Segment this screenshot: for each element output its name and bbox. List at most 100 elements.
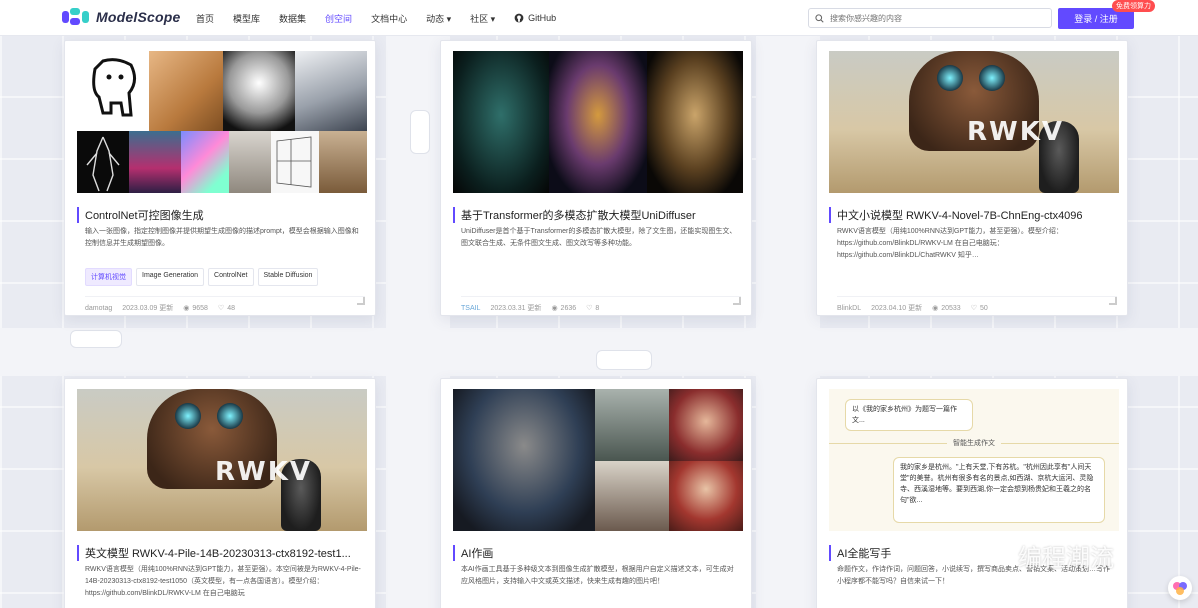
card-title[interactable]: AI作画 [453, 545, 743, 561]
eye-icon: ◉ [932, 305, 939, 312]
pose-edge-tile [77, 131, 129, 193]
card-title[interactable]: 中文小说模型 RWKV-4-Novel-7B-ChnEng-ctx4096 [829, 207, 1119, 223]
like-count: 48 [227, 304, 235, 312]
background-road [756, 36, 820, 608]
card-cover-image: RWKV [77, 389, 367, 531]
studio-card[interactable]: 基于Transformer的多模态扩散大模型UniDiffuser UniDif… [440, 40, 752, 316]
rwkv-logo-text: RWKV [215, 457, 312, 487]
eye-icon: ◉ [183, 305, 190, 312]
view-count: 2636 [560, 304, 577, 312]
card-description: 输入一张图像，指定控制图像并提供期望生成图像的描述prompt，模型会根据输入图… [85, 228, 359, 247]
nav-models[interactable]: 模型库 [233, 12, 260, 25]
nav-github-label: GitHub [528, 13, 557, 23]
like-count: 8 [595, 304, 600, 312]
rwkv-logo-text: RWKV [967, 117, 1064, 147]
nav-home[interactable]: 首页 [196, 12, 214, 25]
card-meta: BlinkDL 2023.04.10 更新 ◉ 20533 ♡ 50 [837, 296, 1117, 313]
update-date: 2023.03.31 更新 [490, 305, 542, 312]
modelscope-logo[interactable]: ModelScope [62, 8, 180, 26]
cyborg-tile [129, 131, 181, 193]
robot-eye [937, 65, 963, 91]
update-date: 2023.04.10 更新 [871, 305, 923, 312]
tag[interactable]: 计算机视觉 [85, 268, 132, 286]
robot-eye [217, 403, 243, 429]
view-count: 20533 [941, 304, 961, 312]
background-car [410, 110, 430, 154]
card-description: UniDiffuser是首个基于Transformer的多模态扩散大模型，除了文… [461, 228, 737, 247]
author[interactable]: damotag [85, 305, 112, 312]
village-tile [595, 461, 669, 531]
card-cover-image [453, 51, 743, 193]
card-cover-image [453, 389, 743, 531]
card-description: RWKV语言模型（用纯100%RNN达到GPT能力，甚至更强）。模型介绍：htt… [837, 228, 1063, 259]
studio-card[interactable]: RWKV 英文模型 RWKV-4-Pile-14B-20230313-ctx81… [64, 378, 376, 608]
watermark-text: 编程潮流 [1018, 544, 1114, 572]
chat-prompt-bubble: 以《我的家乡杭州》为题写一篇作文... [845, 399, 973, 431]
nav-community-dropdown[interactable]: 社区 ▾ [470, 12, 495, 25]
ai-face-tile [549, 51, 647, 193]
room-sketch-tile [271, 131, 319, 193]
depth-map-tile [223, 51, 295, 131]
dancer-tile [669, 461, 743, 531]
nav-docs[interactable]: 文档中心 [371, 12, 407, 25]
card-title[interactable]: 基于Transformer的多模态扩散大模型UniDiffuser [453, 207, 743, 223]
wechat-icon [986, 545, 1012, 566]
background-car [70, 330, 122, 348]
card-title[interactable]: 英文模型 RWKV-4-Pile-14B-20230313-ctx8192-te… [77, 545, 367, 561]
tag[interactable]: Stable Diffusion [257, 268, 319, 286]
update-date: 2023.03.09 更新 [122, 305, 174, 312]
corner-decoration [733, 297, 741, 305]
card-description: 本AI作画工具基于多种级文本到图像生成扩散模型，根据用户自定义描述文本，可生成对… [461, 566, 734, 585]
background-car [596, 350, 652, 370]
nav-github[interactable]: GitHub [514, 13, 556, 23]
studio-card[interactable]: 以《我的家乡杭州》为题写一篇作文... 智能生成作文 我的家乡是杭州。"上有天堂… [816, 378, 1128, 608]
card-title[interactable]: ControlNet可控图像生成 [77, 207, 367, 223]
search-input[interactable] [830, 13, 1030, 23]
studio-card[interactable]: ControlNet可控图像生成 输入一张图像，指定控制图像并提供期望生成图像的… [64, 40, 376, 316]
free-compute-badge[interactable]: 免费领算力 [1112, 0, 1155, 12]
card-meta: damotag 2023.03.09 更新 ◉ 9658 ♡ 48 [85, 296, 365, 313]
logo-text: ModelScope [96, 9, 181, 25]
corner-decoration [1109, 297, 1117, 305]
normal-map-tile [181, 131, 229, 193]
statue-tile [229, 131, 271, 193]
portrait-tile [669, 389, 743, 461]
card-description: RWKV语言模型（用纯100%RNN达到GPT能力，甚至更强）。本空间被是为RW… [85, 566, 361, 597]
nav-studios[interactable]: 创空间 [325, 12, 352, 25]
studio-card[interactable]: AI作画 本AI作画工具基于多种级文本到图像生成扩散模型，根据用户自定义描述文本… [440, 378, 752, 608]
dog-photo-tile [149, 51, 223, 131]
chat-answer-bubble: 我的家乡是杭州。"上有天堂,下有苏杭。"杭州因此享有"人间天堂"的美誉。杭州有很… [893, 457, 1105, 523]
author[interactable]: TSAIL [461, 305, 480, 312]
card-cover-image: 以《我的家乡杭州》为题写一篇作文... 智能生成作文 我的家乡是杭州。"上有天堂… [829, 389, 1119, 531]
assistant-icon [1173, 582, 1187, 595]
view-count: 9658 [192, 304, 208, 312]
ai-face-tile [453, 51, 549, 193]
author[interactable]: BlinkDL [837, 305, 861, 312]
github-icon [514, 13, 524, 23]
nav-news-dropdown[interactable]: 动态 ▾ [426, 12, 451, 25]
room-photo-tile [319, 131, 367, 193]
top-navbar: ModelScope 首页 模型库 数据集 创空间 文档中心 动态 ▾ 社区 ▾… [0, 0, 1198, 36]
card-cover-image: RWKV [829, 51, 1119, 193]
dog-sketch-tile [77, 51, 149, 131]
tag[interactable]: ControlNet [208, 268, 254, 286]
studio-card[interactable]: RWKV 中文小说模型 RWKV-4-Novel-7B-ChnEng-ctx40… [816, 40, 1128, 316]
robot-dog-tile [295, 51, 367, 131]
tag[interactable]: Image Generation [136, 268, 205, 286]
city-ruins-tile [595, 389, 669, 461]
ai-face-tile [647, 51, 743, 193]
chat-status-line: 智能生成作文 [829, 437, 1119, 449]
heart-icon: ♡ [586, 305, 593, 312]
eye-icon: ◉ [551, 305, 558, 312]
card-cover-image [77, 51, 367, 193]
heart-icon: ♡ [970, 305, 977, 312]
assistant-float-button[interactable] [1168, 576, 1192, 600]
wechat-watermark: 编程潮流 [986, 538, 1114, 573]
like-count: 50 [979, 304, 988, 312]
search-box[interactable] [808, 8, 1052, 28]
card-meta: TSAIL 2023.03.31 更新 ◉ 2636 ♡ 8 [461, 296, 741, 313]
modelscope-logo-icon [62, 8, 90, 26]
nav-datasets[interactable]: 数据集 [279, 12, 306, 25]
tag-list: 计算机视觉 Image Generation ControlNet Stable… [85, 268, 322, 286]
main-nav: 首页 模型库 数据集 创空间 文档中心 动态 ▾ 社区 ▾ GitHub [196, 0, 575, 36]
